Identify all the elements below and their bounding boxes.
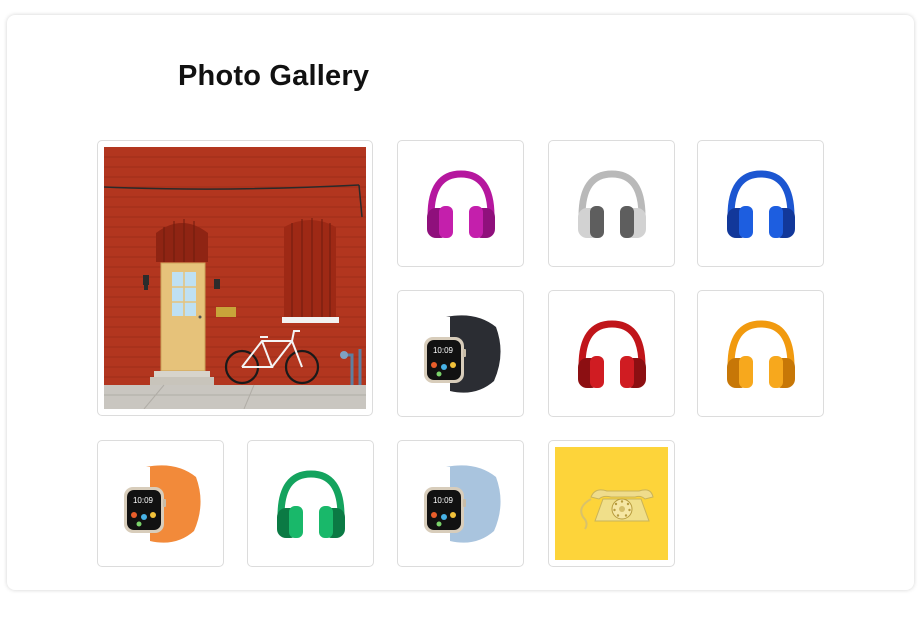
- gallery-image-headphones-gray[interactable]: [548, 140, 675, 267]
- gallery-image-headphones-blue[interactable]: [697, 140, 824, 267]
- svg-text:10:09: 10:09: [432, 346, 453, 355]
- gallery-image-watch-midnight[interactable]: 10:09: [397, 290, 524, 417]
- smartwatch-icon: 10:09: [123, 464, 201, 543]
- headphones-icon: [726, 319, 795, 388]
- smartwatch-icon: 10:09: [423, 314, 501, 393]
- gallery-image-watch-orange[interactable]: 10:09: [97, 440, 224, 567]
- rotary-phone-photo: [555, 447, 668, 560]
- headphones-icon: [577, 319, 646, 388]
- gallery-image-headphones-orange[interactable]: [697, 290, 824, 417]
- gallery-image-watch-lightblue[interactable]: 10:09: [397, 440, 524, 567]
- brick-wall-photo: [104, 147, 366, 409]
- headphones-icon: [426, 169, 495, 238]
- page-title: Photo Gallery: [178, 60, 370, 92]
- gallery-image-yellow-phone[interactable]: [548, 440, 675, 567]
- headphones-icon: [276, 469, 345, 538]
- gallery-image-headphones-red[interactable]: [548, 290, 675, 417]
- gallery-image-headphones-magenta[interactable]: [397, 140, 524, 267]
- gallery-image-headphones-green[interactable]: [247, 440, 374, 567]
- gallery-image-featured[interactable]: [97, 140, 373, 416]
- headphones-icon: [726, 169, 795, 238]
- smartwatch-icon: 10:09: [423, 464, 501, 543]
- svg-text:10:09: 10:09: [132, 496, 153, 505]
- headphones-icon: [577, 169, 646, 238]
- svg-text:10:09: 10:09: [432, 496, 453, 505]
